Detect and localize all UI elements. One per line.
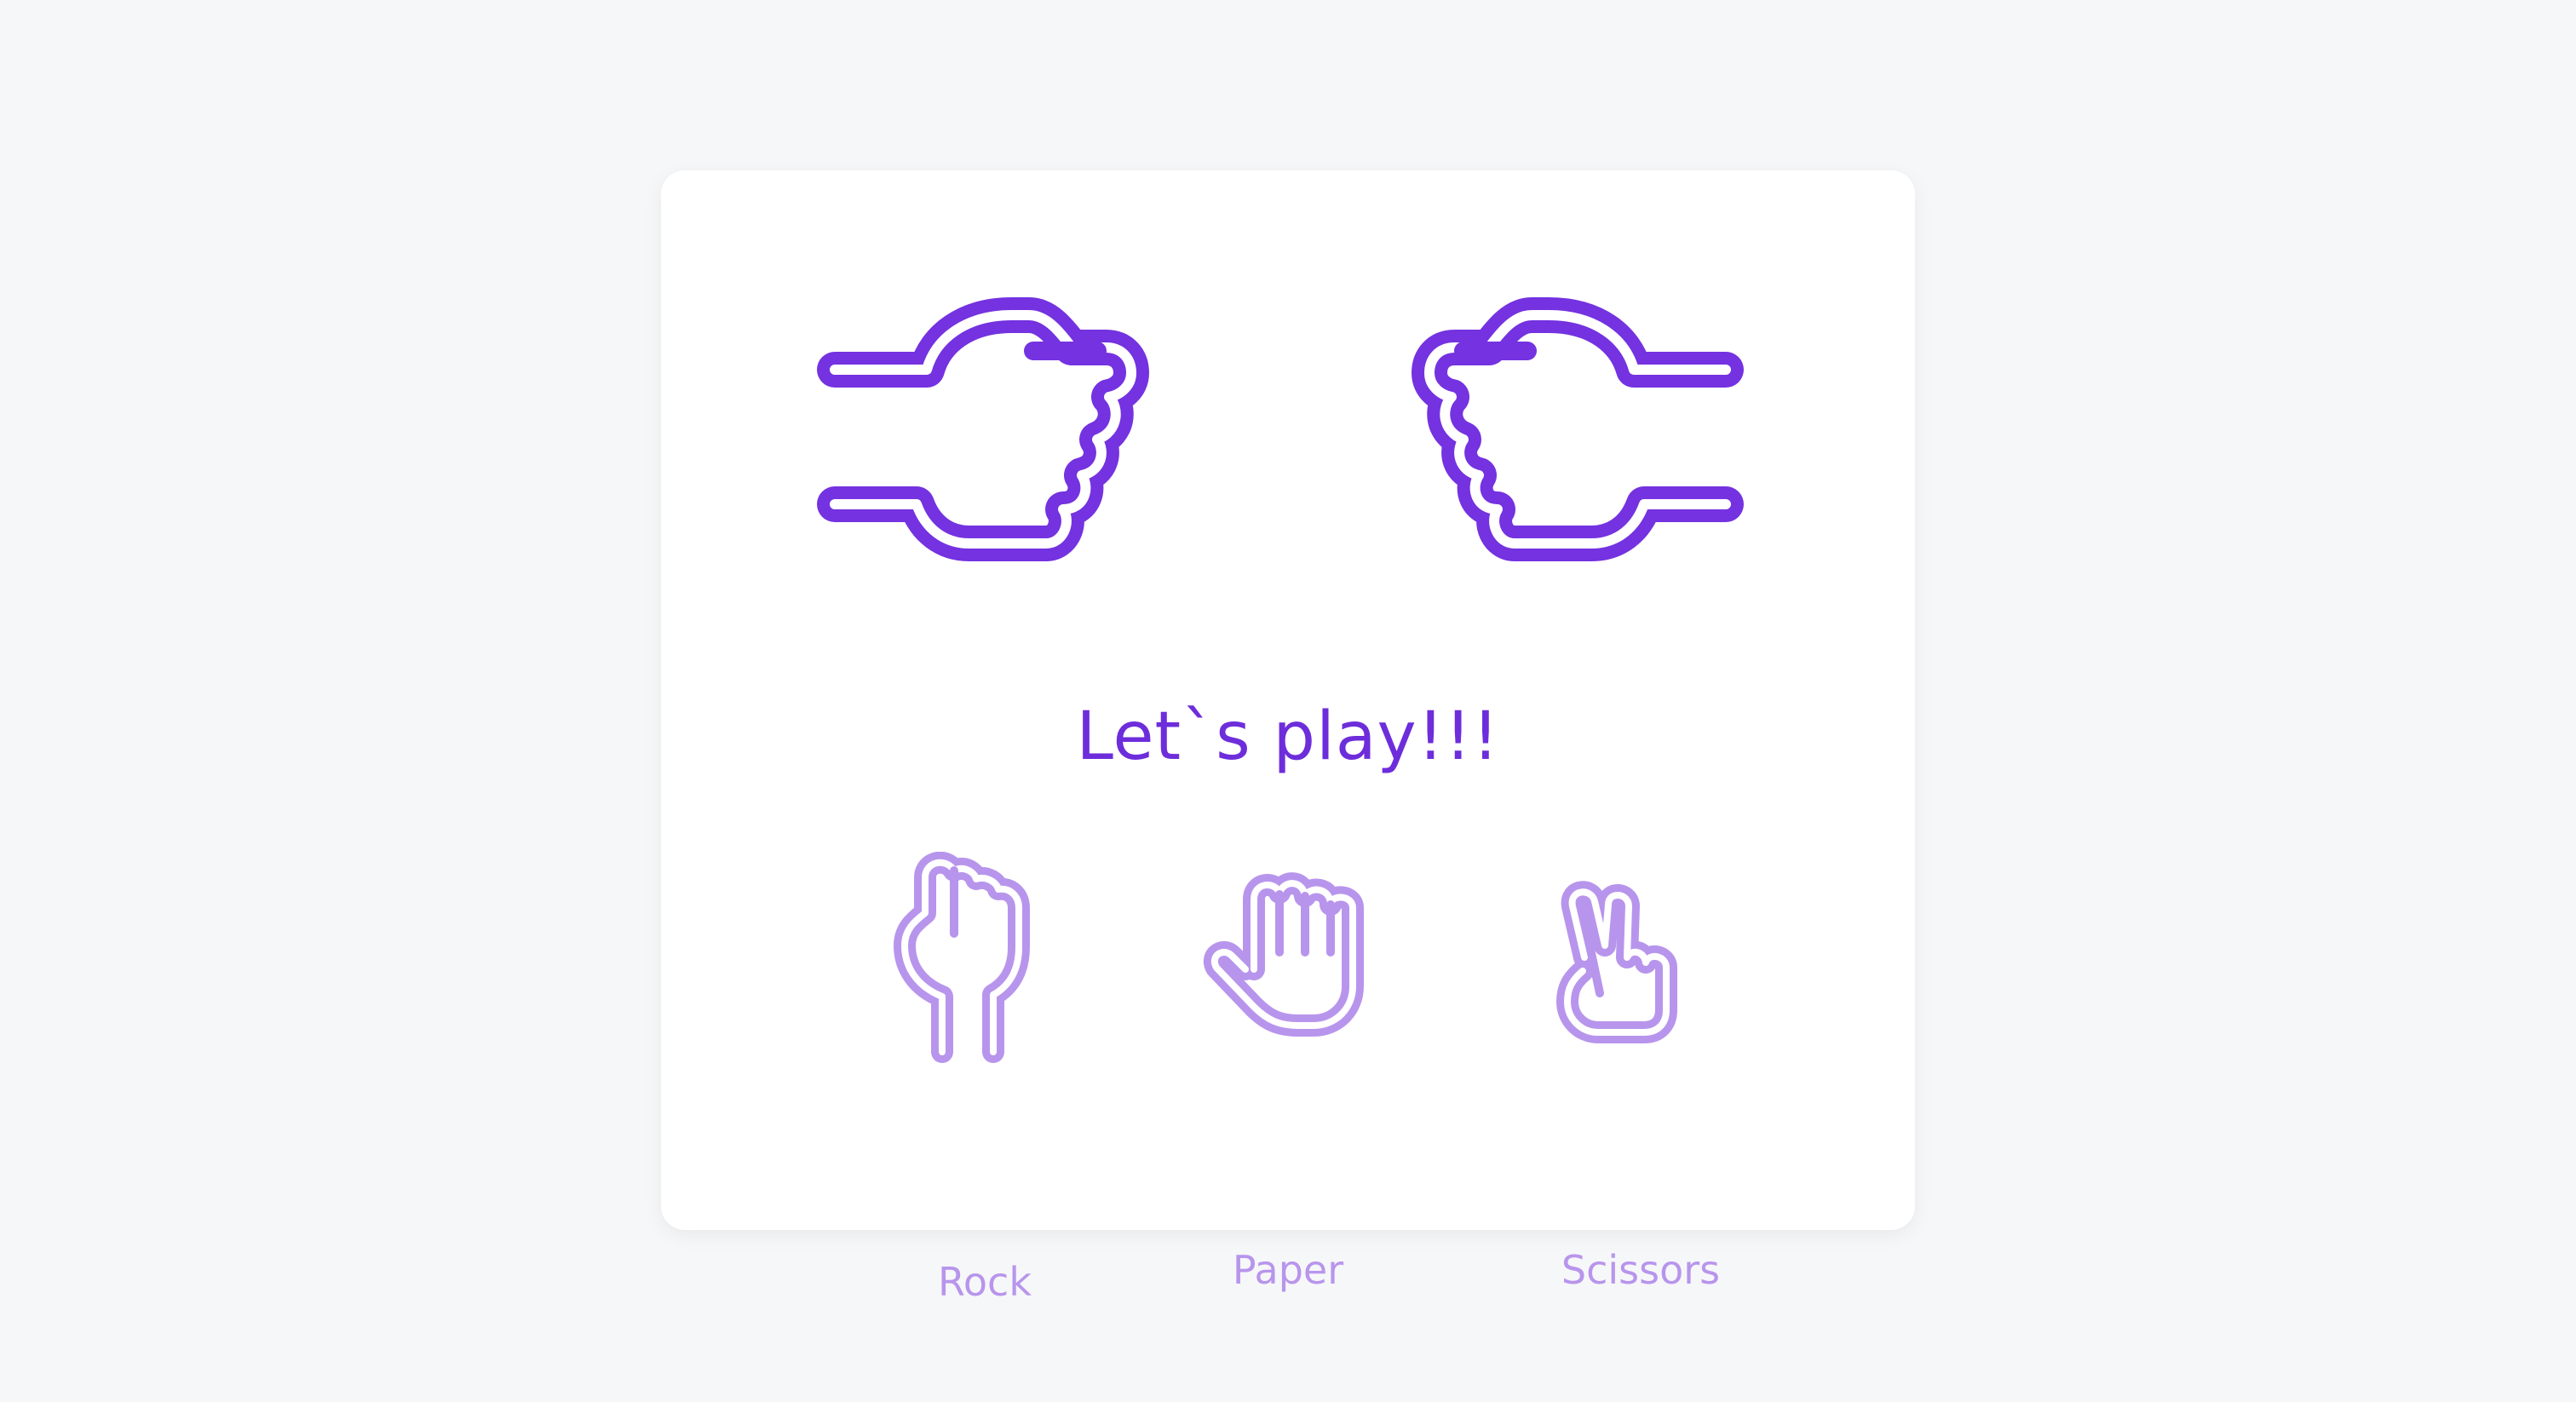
opponent-fist-icon (1412, 297, 1744, 561)
paper-choice-button[interactable]: Paper (1152, 852, 1424, 1293)
rock-fist-icon (894, 852, 1030, 1063)
paper-hand-icon (1204, 872, 1364, 1037)
game-card: Let`s play!!! Rock Paper Scissors (661, 170, 1915, 1305)
scissors-hand-icon (1556, 881, 1677, 1043)
player-fist-icon (817, 297, 1149, 561)
paper-label: Paper (1232, 1247, 1344, 1293)
scissors-choice-button[interactable]: Scissors (1504, 852, 1777, 1293)
scissors-label: Scissors (1561, 1247, 1721, 1293)
game-headline: Let`s play!!! (1076, 698, 1500, 775)
rock-choice-button[interactable]: Rock (848, 852, 1121, 1305)
rock-label: Rock (938, 1259, 1032, 1305)
